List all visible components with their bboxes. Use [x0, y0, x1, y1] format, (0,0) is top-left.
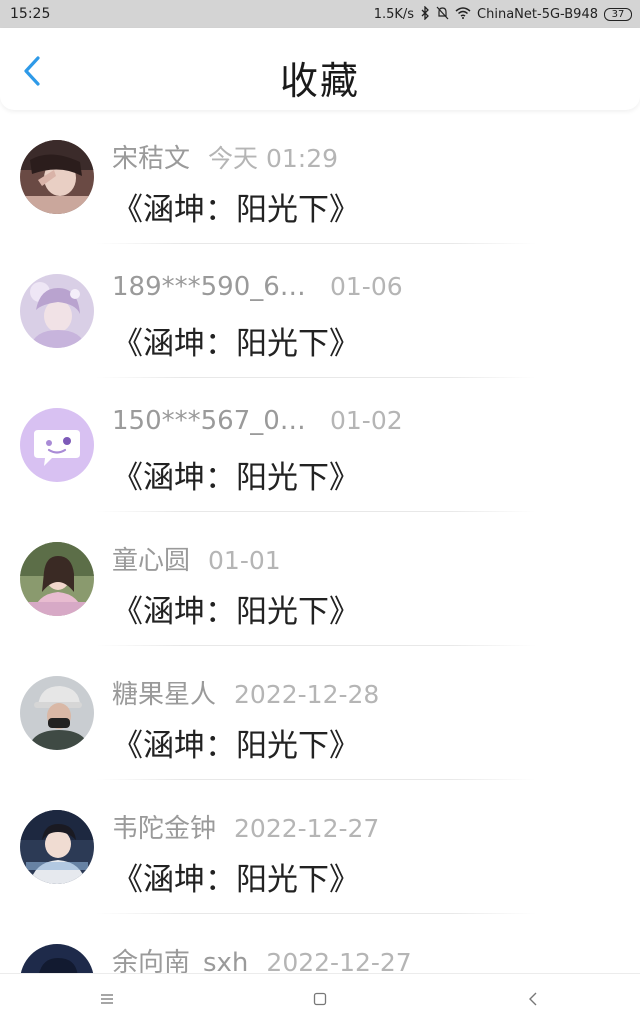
list-item[interactable]: 宋秸文 今天 01:29 《涵坤：阳光下》 — [0, 110, 640, 244]
avatar[interactable] — [20, 944, 94, 974]
list-item[interactable]: 余向南_sxh 2022-12-27 — [0, 914, 640, 974]
header: 收藏 — [0, 28, 640, 110]
item-time: 01-01 — [208, 546, 281, 575]
avatar[interactable] — [20, 810, 94, 884]
status-indicators: 1.5K/s ChinaNet-5G-B948 37 — [373, 5, 632, 22]
avatar[interactable] — [20, 676, 94, 750]
item-time: 今天 01:29 — [208, 144, 339, 173]
item-title: 《涵坤：阳光下》 — [112, 326, 360, 362]
user-name: 糖果星人 — [112, 680, 217, 710]
user-name: 童心圆 — [112, 546, 191, 576]
user-name: 189***590_68.. — [112, 272, 312, 302]
status-bar: 15:25 1.5K/s ChinaNet-5G-B948 37 — [0, 0, 640, 28]
item-title: 《涵坤：阳光下》 — [112, 594, 360, 630]
item-meta: 150***567_08.. 01-02 — [112, 406, 403, 436]
item-time: 2022-12-27 — [234, 814, 380, 843]
user-name: 150***567_08.. — [112, 406, 312, 436]
list-item[interactable]: 150***567_08.. 01-02 《涵坤：阳光下》 — [0, 378, 640, 512]
list-item[interactable]: 糖果星人 2022-12-28 《涵坤：阳光下》 — [0, 646, 640, 780]
list-item[interactable]: 韦陀金钟 2022-12-27 《涵坤：阳光下》 — [0, 780, 640, 914]
item-time: 01-02 — [330, 406, 403, 435]
chat-bubble-icon — [20, 408, 94, 482]
system-nav-bar — [0, 973, 640, 1024]
home-button[interactable] — [300, 979, 340, 1019]
item-title: 《涵坤：阳光下》 — [112, 192, 360, 228]
bluetooth-icon — [420, 5, 430, 22]
wifi-icon — [455, 7, 471, 21]
list-item[interactable]: 189***590_68.. 01-06 《涵坤：阳光下》 — [0, 244, 640, 378]
carrier-name: ChinaNet-5G-B948 — [477, 6, 598, 22]
item-title: 《涵坤：阳光下》 — [112, 460, 360, 496]
item-meta: 童心圆 01-01 — [112, 540, 281, 577]
item-meta: 宋秸文 今天 01:29 — [112, 138, 338, 175]
page-title: 收藏 — [279, 59, 360, 103]
avatar[interactable] — [20, 408, 94, 482]
list-item[interactable]: 童心圆 01-01 《涵坤：阳光下》 — [0, 512, 640, 646]
menu-icon — [100, 994, 113, 1004]
home-icon — [313, 992, 327, 1006]
item-meta: 189***590_68.. 01-06 — [112, 272, 403, 302]
item-meta: 余向南_sxh 2022-12-27 — [112, 942, 412, 974]
item-time: 2022-12-28 — [234, 680, 380, 709]
favorites-screen: 15:25 1.5K/s ChinaNet-5G-B948 37 收藏 宋秸文 … — [0, 0, 640, 1024]
item-time: 01-06 — [330, 272, 403, 301]
user-name: 余向南_sxh — [112, 948, 249, 974]
user-name: 韦陀金钟 — [112, 814, 217, 844]
status-time: 15:25 — [10, 6, 51, 22]
avatar[interactable] — [20, 542, 94, 616]
back-icon — [529, 992, 537, 1006]
avatar[interactable] — [20, 140, 94, 214]
avatar[interactable] — [20, 274, 94, 348]
item-meta: 韦陀金钟 2022-12-27 — [112, 808, 379, 845]
item-meta: 糖果星人 2022-12-28 — [112, 674, 379, 711]
favorites-list: 宋秸文 今天 01:29 《涵坤：阳光下》 189***590_68.. 01- — [0, 110, 640, 974]
item-title: 《涵坤：阳光下》 — [112, 862, 360, 898]
mute-icon — [436, 6, 449, 22]
menu-button[interactable] — [87, 979, 127, 1019]
net-speed: 1.5K/s — [373, 6, 415, 22]
user-name: 宋秸文 — [112, 144, 191, 174]
item-title: 《涵坤：阳光下》 — [112, 728, 360, 764]
nav-back-button[interactable] — [513, 979, 553, 1019]
item-time: 2022-12-27 — [266, 948, 412, 974]
battery-icon: 37 — [604, 7, 632, 21]
